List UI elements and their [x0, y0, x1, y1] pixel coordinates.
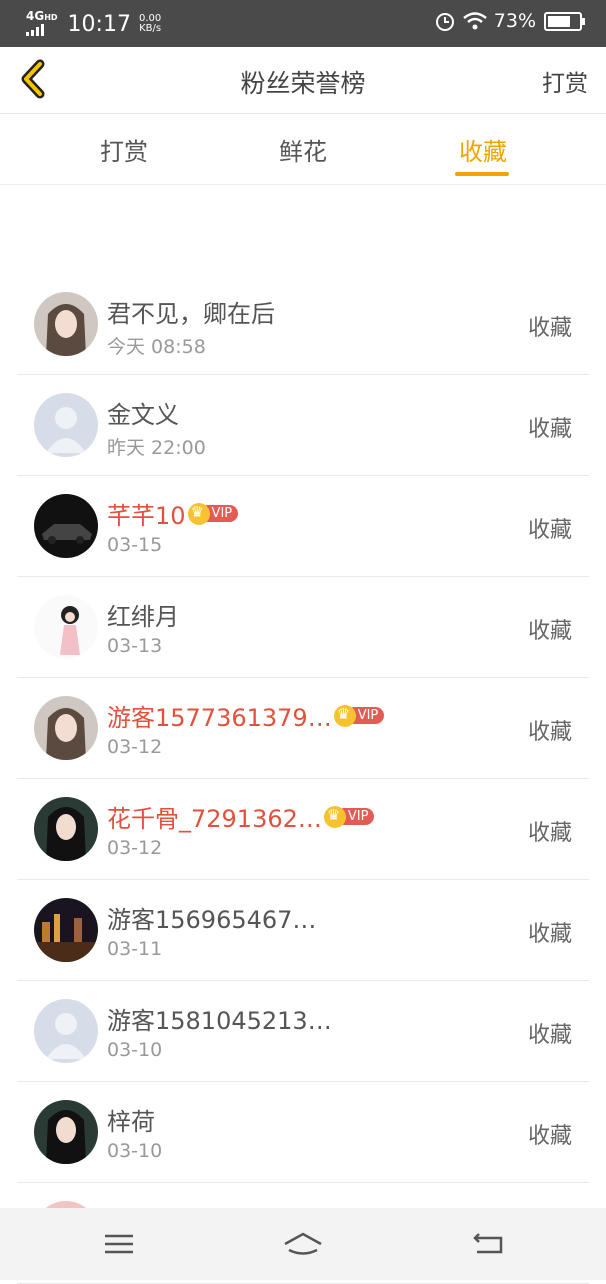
- system-nav-bar: [0, 1208, 606, 1280]
- crown-icon: [187, 502, 210, 525]
- user-name-text: 红绯月: [107, 603, 179, 631]
- list-item[interactable]: 游客1577361379…VIP 03-12 收藏: [17, 678, 589, 779]
- alarm-icon: [435, 13, 454, 31]
- user-name-text: 游客1577361379…: [107, 704, 332, 732]
- wifi-icon: [462, 12, 487, 30]
- action-label: 收藏: [527, 417, 572, 442]
- timestamp: 03-12: [107, 736, 163, 758]
- user-name: 红绯月: [107, 597, 179, 632]
- crown-icon: [323, 805, 346, 828]
- crown-icon: [333, 704, 356, 727]
- tab-bar: 打赏 鲜花 收藏: [0, 114, 606, 185]
- vip-badge: VIP: [333, 704, 385, 727]
- avatar[interactable]: [34, 292, 98, 356]
- timestamp: 03-11: [107, 938, 163, 960]
- reward-button[interactable]: 打赏: [542, 64, 588, 98]
- avatar[interactable]: [34, 797, 98, 861]
- timestamp: 03-12: [107, 837, 163, 859]
- action-label: 收藏: [527, 518, 572, 543]
- back-icon[interactable]: [467, 1230, 507, 1258]
- avatar[interactable]: [34, 595, 98, 659]
- network-indicator: 4GHD: [26, 10, 58, 38]
- list-item[interactable]: 君不见，卿在后今天 08:58 收藏: [17, 274, 589, 375]
- signal-icon: [26, 24, 44, 36]
- list-item[interactable]: 梓荷 03-10 收藏: [17, 1082, 589, 1183]
- user-name-text: 芊芊10: [107, 502, 186, 530]
- avatar[interactable]: [34, 696, 98, 760]
- user-name: 梓荷: [107, 1102, 155, 1137]
- fan-list: 君不见，卿在后今天 08:58收藏金文义昨天 22:00收藏芊芊10VIP03-…: [0, 274, 606, 1284]
- timestamp: 昨天 22:00: [107, 437, 206, 459]
- list-item[interactable]: 游客1581045213… 03-10 收藏: [17, 981, 589, 1082]
- user-name-text: 游客156965467…: [107, 906, 317, 934]
- avatar[interactable]: [34, 898, 98, 962]
- action-label: 收藏: [527, 1023, 572, 1048]
- avatar[interactable]: [34, 999, 98, 1063]
- status-bar: 4GHD 10:17 0.00 KB/s 73%: [0, 0, 606, 47]
- action-label: 收藏: [527, 1124, 572, 1149]
- avatar[interactable]: [34, 393, 98, 457]
- user-name-text: 金文义: [107, 401, 179, 429]
- user-name: 君不见，卿在后: [107, 294, 275, 329]
- tab-reward[interactable]: 打赏: [74, 132, 174, 167]
- list-item[interactable]: 金文义昨天 22:00 收藏: [17, 375, 589, 476]
- user-name: 金文义: [107, 395, 179, 430]
- list-item[interactable]: 游客156965467… 03-11 收藏: [17, 880, 589, 981]
- battery-percent: 73%: [493, 10, 536, 32]
- timestamp: 03-15: [107, 534, 163, 556]
- action-label: 收藏: [527, 316, 572, 341]
- action-label: 收藏: [527, 922, 572, 947]
- user-name: 游客1577361379…VIP: [107, 698, 385, 733]
- timestamp: 03-10: [107, 1039, 163, 1061]
- user-name: 游客1581045213…: [107, 1001, 332, 1036]
- net-speed: 0.00 KB/s: [138, 13, 162, 34]
- vip-badge: VIP: [323, 805, 375, 828]
- vip-badge: VIP: [187, 502, 239, 525]
- user-name-text: 游客1581045213…: [107, 1007, 332, 1035]
- avatar[interactable]: [34, 1100, 98, 1164]
- page-title: 粉丝荣誉榜: [240, 69, 366, 98]
- user-name: 花千骨_7291362…VIP: [107, 799, 375, 834]
- action-label: 收藏: [527, 619, 572, 644]
- user-name-text: 君不见，卿在后: [107, 300, 275, 328]
- timestamp: 03-13: [107, 635, 163, 657]
- avatar[interactable]: [34, 494, 98, 558]
- user-name-text: 花千骨_7291362…: [107, 805, 322, 833]
- tab-flowers[interactable]: 鲜花: [253, 132, 353, 167]
- action-label: 收藏: [527, 821, 572, 846]
- nav-bar: 粉丝荣誉榜 打赏: [0, 47, 606, 114]
- menu-icon[interactable]: [99, 1230, 139, 1258]
- action-label: 收藏: [527, 720, 572, 745]
- clock: 10:17: [67, 11, 131, 37]
- user-name: 芊芊10VIP: [107, 496, 239, 531]
- user-name-text: 梓荷: [107, 1108, 155, 1136]
- home-icon[interactable]: [283, 1230, 323, 1258]
- timestamp: 03-10: [107, 1140, 163, 1162]
- list-item[interactable]: 红绯月 03-13 收藏: [17, 577, 589, 678]
- active-tab-indicator: [455, 172, 509, 176]
- user-name: 游客156965467…: [107, 900, 316, 935]
- tab-favorites[interactable]: 收藏: [433, 132, 533, 176]
- list-item[interactable]: 花千骨_7291362…VIP 03-12 收藏: [17, 779, 589, 880]
- battery-icon: [544, 11, 585, 31]
- timestamp: 今天 08:58: [107, 336, 206, 358]
- list-item[interactable]: 芊芊10VIP 03-15 收藏: [17, 476, 589, 577]
